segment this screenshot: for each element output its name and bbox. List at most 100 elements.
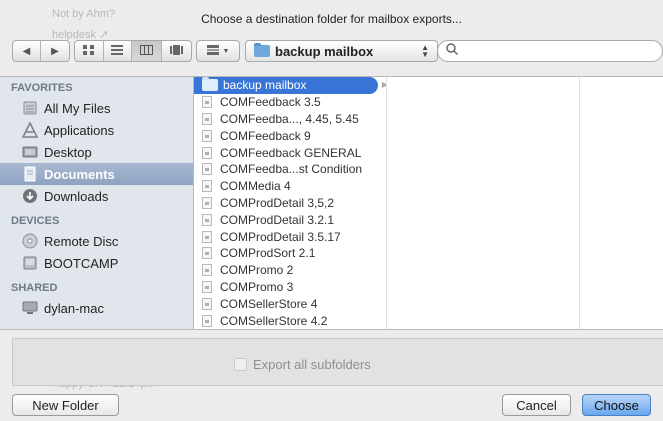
options-panel: Export all subfolders (12, 338, 663, 386)
file-row[interactable]: COMSellerStore 4 (194, 295, 386, 312)
file-row[interactable]: COMProdDetail 3.5.17 (194, 228, 386, 245)
current-folder-label: backup mailbox (275, 43, 374, 59)
sidebar: FAVORITES All My Files Applications Desk… (0, 77, 194, 329)
export-subfolders-label: Export all subfolders (253, 357, 371, 372)
search-icon (446, 42, 459, 60)
choose-button[interactable]: Choose (582, 394, 651, 416)
computer-icon (22, 300, 38, 316)
back-button[interactable]: ◀ (13, 41, 42, 61)
all-files-icon (22, 100, 38, 116)
sidebar-item-applications[interactable]: Applications (0, 119, 193, 141)
document-icon (202, 163, 212, 176)
browser-column-1[interactable]: backup mailbox▶COMFeedback 3.5COMFeedba.… (194, 77, 387, 329)
sidebar-item-documents[interactable]: Documents (0, 163, 193, 185)
sidebar-item-label: BOOTCAMP (44, 255, 119, 271)
sidebar-item-downloads[interactable]: Downloads (0, 185, 193, 207)
sidebar-item-desktop[interactable]: Desktop (0, 141, 193, 163)
file-name: COMFeedback 9 (220, 128, 311, 143)
file-row[interactable]: COMProdDetail 3,5,2 (194, 195, 386, 212)
file-row[interactable]: COMMedia 4 (194, 178, 386, 195)
file-browser: FAVORITES All My Files Applications Desk… (0, 76, 663, 330)
browser-column-3[interactable] (580, 77, 663, 329)
file-row[interactable]: COMSellerStore 4.2 (194, 312, 386, 329)
list-view-button[interactable] (104, 41, 133, 61)
browser-column-2[interactable] (387, 77, 580, 329)
icon-view-icon (82, 44, 95, 58)
file-row[interactable]: COMFeedba..., 4.45, 5.45 (194, 111, 386, 128)
sidebar-item-dylan-mac[interactable]: dylan-mac (0, 297, 193, 319)
file-name: COMProdDetail 3.2.1 (220, 212, 335, 227)
folder-icon (254, 43, 270, 57)
document-icon (202, 146, 212, 159)
sidebar-header-devices: DEVICES (11, 215, 60, 227)
forward-button[interactable]: ▶ (41, 41, 69, 61)
search-input[interactable] (462, 44, 642, 58)
desktop-icon (22, 144, 38, 160)
back-arrow-icon: ◀ (22, 45, 31, 57)
view-mode-control (74, 40, 192, 62)
document-icon (202, 96, 212, 109)
document-icon (202, 280, 212, 293)
icon-view-button[interactable] (75, 41, 104, 61)
export-subfolders-checkbox[interactable] (234, 358, 247, 371)
document-icon (202, 314, 212, 327)
file-name: COMProdDetail 3.5.17 (220, 229, 341, 244)
updown-arrows-icon: ▲ ▼ (421, 43, 429, 59)
file-row[interactable]: COMFeedba...st Condition (194, 161, 386, 178)
document-icon (202, 129, 212, 142)
arrange-menu-button[interactable]: ▼ (196, 40, 240, 62)
search-field[interactable] (437, 40, 663, 62)
back-forward-control: ◀ ▶ (12, 40, 70, 62)
file-row[interactable]: COMProdDetail 3.2.1 (194, 211, 386, 228)
file-name: COMFeedba...st Condition (220, 162, 363, 177)
documents-icon (22, 166, 38, 182)
column-view-button[interactable] (132, 41, 162, 61)
folder-icon (202, 77, 218, 92)
folder-path-popup[interactable]: backup mailbox ▲ ▼ (245, 40, 438, 62)
disc-icon (22, 233, 38, 249)
document-icon (202, 112, 212, 125)
cancel-button[interactable]: Cancel (502, 394, 571, 416)
sidebar-header-favorites: FAVORITES (11, 82, 73, 94)
document-icon (202, 230, 212, 243)
arrange-icon (206, 44, 219, 58)
arrange-control: ▼ (197, 41, 239, 61)
file-row[interactable]: COMFeedback 3.5 (194, 94, 386, 111)
sidebar-header-shared: SHARED (11, 282, 58, 294)
file-name: COMProdDetail 3,5,2 (220, 195, 335, 210)
export-subfolders-option[interactable]: Export all subfolders (234, 357, 371, 372)
file-name: COMSellerStore 4 (220, 296, 318, 311)
file-row[interactable]: COMProdSort 2.1 (194, 245, 386, 262)
document-icon (202, 297, 212, 310)
sidebar-item-label: Documents (44, 166, 115, 182)
list-view-icon (111, 44, 124, 58)
file-name: COMPromo 3 (220, 279, 294, 294)
cover-flow-button[interactable] (162, 41, 191, 61)
sidebar-item-all-my-files[interactable]: All My Files (0, 97, 193, 119)
file-row[interactable]: COMFeedback GENERAL (194, 144, 386, 161)
column-view-icon (139, 44, 153, 58)
document-icon (202, 180, 212, 193)
file-name: COMFeedba..., 4.45, 5.45 (220, 111, 359, 126)
sidebar-item-label: All My Files (44, 100, 111, 116)
downloads-icon (22, 188, 38, 204)
sidebar-item-label: dylan-mac (44, 300, 104, 316)
chevron-down-icon: ▼ (222, 47, 230, 55)
sidebar-item-label: Remote Disc (44, 233, 119, 249)
drive-icon (22, 255, 38, 271)
sidebar-item-remote-disc[interactable]: Remote Disc (0, 230, 193, 252)
document-icon (202, 213, 212, 226)
file-row[interactable]: COMPromo 3 (194, 279, 386, 296)
document-icon (202, 196, 212, 209)
sidebar-item-label: Desktop (44, 144, 92, 160)
file-row[interactable]: COMPromo 2 (194, 262, 386, 279)
file-row[interactable]: COMFeedback 9 (194, 127, 386, 144)
forward-arrow-icon: ▶ (51, 45, 59, 57)
file-name: COMPromo 2 (220, 263, 294, 278)
sidebar-item-label: Downloads (44, 188, 109, 204)
folder-row[interactable]: backup mailbox▶ (194, 77, 386, 94)
sidebar-item-bootcamp[interactable]: BOOTCAMP (0, 252, 193, 274)
cover-flow-icon (169, 44, 183, 58)
new-folder-button[interactable]: New Folder (12, 394, 119, 416)
document-icon (202, 247, 212, 260)
